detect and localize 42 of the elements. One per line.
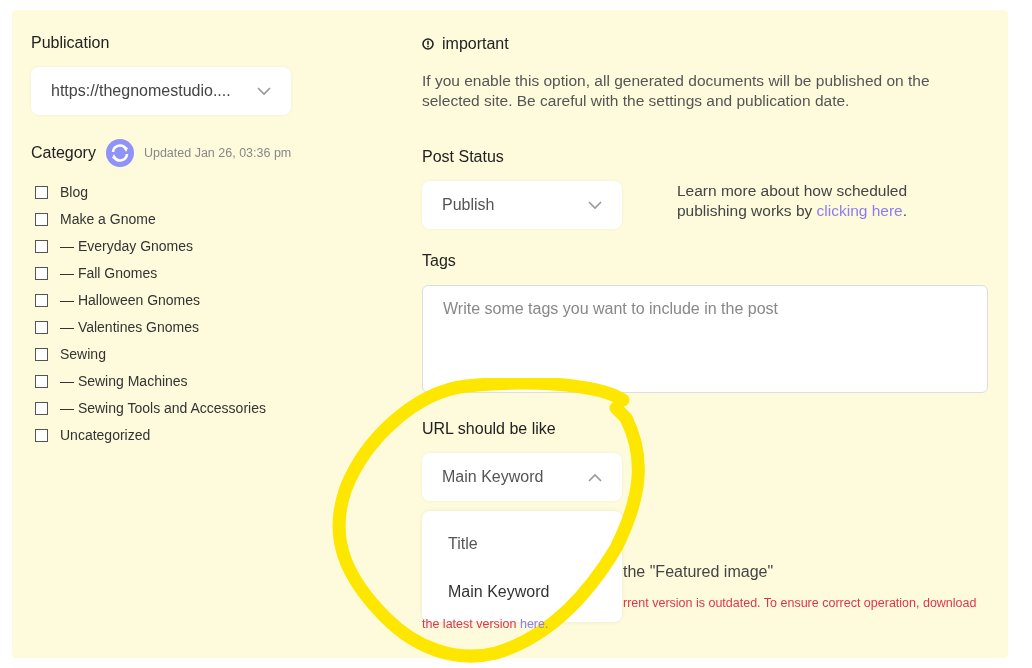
category-label: Blog: [60, 184, 89, 200]
checkbox[interactable]: [35, 374, 48, 388]
category-label: — Sewing Machines: [60, 373, 188, 389]
publication-select[interactable]: https://thegnomestudio....: [31, 67, 291, 115]
category-label: — Fall Gnomes: [60, 265, 158, 281]
checkbox[interactable]: [35, 266, 48, 280]
refresh-icon[interactable]: [105, 139, 134, 167]
alert-icon: [422, 38, 434, 50]
field-label: Post Status: [422, 148, 505, 167]
help-text: Learn more about how scheduled publishing works by clicking here.: [677, 181, 909, 221]
category-label: — Everyday Gnomes: [60, 238, 194, 254]
checkbox[interactable]: [35, 293, 48, 307]
category-label: Make a Gnome: [60, 211, 156, 227]
chevron-icon: [257, 86, 271, 96]
notice-title: important: [442, 35, 509, 53]
checkbox[interactable]: [35, 212, 48, 226]
tags-field[interactable]: Write some tags you want to include in the post: [422, 285, 988, 393]
category-label: Sewing: [60, 346, 106, 362]
checkbox[interactable]: [35, 428, 48, 442]
category-label: — Valentines Gnomes: [60, 319, 200, 335]
field-label: Tags: [422, 252, 457, 271]
checkbox[interactable]: [35, 347, 48, 361]
updated-timestamp: Updated Jan 26, 03:36 pm: [143, 146, 292, 160]
category-label: — Sewing Tools and Accessories: [60, 400, 266, 416]
checkbox[interactable]: [35, 320, 48, 334]
field-label: URL should be like: [422, 420, 557, 439]
chevron-icon: [588, 200, 602, 210]
featured-image-label: the "Featured image": [623, 563, 775, 582]
field-label: Category: [31, 144, 96, 162]
chevron-icon: [588, 472, 602, 482]
category-label: Uncategorized: [60, 427, 151, 443]
checkbox[interactable]: [35, 185, 48, 199]
checkbox[interactable]: [35, 239, 48, 253]
field-label: Publication: [31, 34, 111, 53]
dropdown-option[interactable]: Main Keyword: [422, 568, 622, 616]
dropdown-option[interactable]: Title: [422, 520, 622, 568]
category-label: — Halloween Gnomes: [60, 292, 201, 308]
notice-text: If you enable this option, all generated documents will be published on the selected site. Be careful with the settings and publication date.: [422, 71, 931, 111]
post-status-select[interactable]: Publish: [422, 181, 622, 229]
warning-text: rrent version is outdated. To ensure correct operation, download: [623, 596, 978, 612]
checkbox[interactable]: [35, 401, 48, 415]
url-format-select[interactable]: Main Keyword: [422, 453, 622, 501]
